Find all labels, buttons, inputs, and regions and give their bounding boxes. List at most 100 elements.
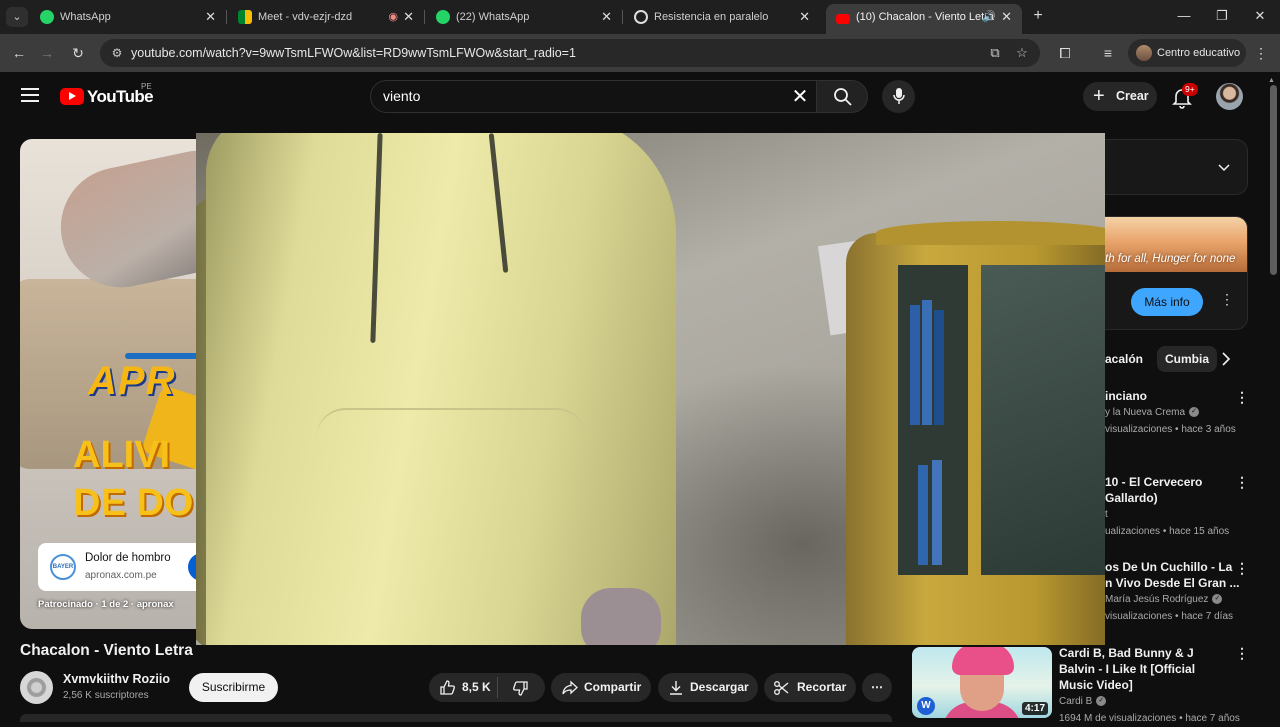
scissors-icon	[774, 681, 789, 695]
more-vertical-icon[interactable]: ⋮	[1235, 474, 1249, 491]
voice-search-button[interactable]	[882, 80, 915, 113]
url-text[interactable]: youtube.com/watch?v=9wwTsmLFWOw&list=RD9…	[131, 39, 576, 67]
address-bar[interactable]: ⚙ youtube.com/watch?v=9wwTsmLFWOw&list=R…	[100, 39, 1040, 67]
audio-playing-icon[interactable]: 🔊	[982, 4, 996, 30]
profile-avatar	[1136, 45, 1152, 61]
recommendation-item[interactable]: inciano y la Nueva Crema ✓ visualizacione…	[1105, 388, 1245, 438]
more-horizontal-icon: ⋯	[871, 680, 883, 694]
account-avatar[interactable]	[1216, 83, 1243, 110]
create-button[interactable]: + Crear	[1083, 82, 1157, 111]
recommendation-item[interactable]: 10 - El Cervecero Gallardo) t ualizacion…	[1105, 474, 1245, 540]
tab-title: (22) WhatsApp	[456, 11, 530, 23]
more-vertical-icon[interactable]: ⋮	[1235, 389, 1249, 406]
clip-button[interactable]: Recortar	[764, 673, 856, 702]
featured-thumbnail[interactable]: W 4:17	[912, 647, 1052, 718]
meet-icon	[238, 10, 252, 24]
ad-footer: Patrocinado · 1 de 2 · apronax	[38, 599, 174, 610]
minimize-button[interactable]: —	[1174, 6, 1194, 26]
description-box[interactable]	[20, 714, 892, 722]
chip-cumbia[interactable]: Cumbia	[1157, 346, 1218, 372]
scroll-up-arrow[interactable]: ▲	[1268, 77, 1275, 84]
more-info-button[interactable]: Más info	[1131, 288, 1203, 316]
search-input[interactable]: viento ✕	[370, 80, 816, 113]
search-icon	[834, 88, 852, 106]
youtube-icon	[836, 14, 850, 24]
search-button[interactable]	[816, 80, 868, 113]
ad-cta-button[interactable]	[188, 553, 196, 581]
channel-name[interactable]: Xvmvkiithv Roziio	[63, 672, 170, 686]
extensions-icon[interactable]: ⧠	[1055, 43, 1075, 63]
more-vertical-icon[interactable]: ⋮	[1235, 560, 1249, 577]
clear-search-icon[interactable]: ✕	[788, 85, 812, 109]
close-icon[interactable]: ✕	[403, 4, 414, 30]
more-actions-button[interactable]: ⋯	[862, 673, 892, 702]
menu-icon[interactable]	[21, 88, 39, 102]
profile-button[interactable]: Centro educativo	[1128, 39, 1246, 67]
more-vertical-icon[interactable]: ⋮	[1220, 291, 1234, 308]
download-button[interactable]: Descargar	[658, 673, 758, 702]
close-icon[interactable]: ✕	[1001, 4, 1012, 30]
verified-icon: ✓	[1096, 696, 1107, 707]
dislike-button[interactable]	[499, 673, 545, 702]
subscribe-button[interactable]: Suscribirme	[189, 673, 278, 702]
rec-title-line-1: os De Un Cuchillo - La	[1105, 560, 1233, 574]
more-vertical-icon[interactable]: ⋮	[1235, 645, 1249, 662]
ad-info-card[interactable]: BAYER Dolor de hombro apronax.com.pe	[38, 543, 196, 591]
featured-title: Cardi B, Bad Bunny & J Balvin - I Like I…	[1059, 646, 1196, 692]
scrollbar-thumb[interactable]	[1270, 85, 1277, 275]
tab-separator	[226, 10, 227, 24]
new-tab-button[interactable]: +	[1030, 6, 1046, 26]
video-frame-hand	[581, 588, 661, 645]
rec-channel: y la Nueva Crema ✓	[1105, 404, 1245, 421]
share-label: Compartir	[584, 680, 642, 694]
install-app-icon[interactable]: ⧉	[986, 44, 1004, 62]
create-label: Crear	[1116, 89, 1149, 103]
video-frame-hoodie	[206, 133, 676, 645]
tab-search-button[interactable]: ⌄	[6, 7, 28, 27]
ad-image-person	[49, 139, 196, 299]
site-info-icon[interactable]: ⚙	[108, 44, 126, 62]
share-button[interactable]: Compartir	[551, 673, 651, 702]
rec-meta: ualizaciones • hace 15 años	[1105, 526, 1230, 537]
chip-chacalon[interactable]: acalón	[1105, 346, 1143, 372]
channel-avatar[interactable]	[20, 671, 53, 704]
tab-chatgpt[interactable]: Resistencia en paralelo ✕	[624, 4, 820, 30]
rec-title: inciano	[1105, 389, 1148, 403]
country-code: PE	[141, 82, 152, 91]
tab-whatsapp[interactable]: WhatsApp ✕	[30, 4, 226, 30]
maximize-button[interactable]: ❐	[1212, 6, 1232, 26]
like-divider	[497, 677, 498, 698]
rail-ad-card[interactable]: th for all, Hunger for none Más info ⋮	[1105, 216, 1248, 330]
search-value[interactable]: viento	[383, 81, 420, 112]
thumbs-up-icon	[440, 680, 455, 695]
tab-whatsapp-2[interactable]: (22) WhatsApp ✕	[426, 4, 622, 30]
close-icon[interactable]: ✕	[799, 4, 810, 30]
bookmark-star-icon[interactable]: ☆	[1013, 44, 1031, 62]
download-label: Descargar	[690, 680, 749, 694]
window-close-button[interactable]: ✕	[1250, 6, 1270, 26]
tab-title: Resistencia en paralelo	[654, 11, 769, 23]
rec-title-line-2: Gallardo)	[1105, 491, 1158, 505]
recommendation-item[interactable]: os De Un Cuchillo - La n Vivo Desde El G…	[1105, 559, 1245, 625]
tab-separator	[424, 10, 425, 24]
ad-card-url: apronax.com.pe	[85, 570, 157, 581]
media-controls-icon[interactable]: ≡	[1098, 43, 1118, 63]
featured-recommendation[interactable]: Cardi B, Bad Bunny & J Balvin - I Like I…	[1059, 645, 1240, 727]
chevron-right-icon[interactable]	[1219, 351, 1233, 367]
ad-headline-2: DE DO	[73, 482, 194, 524]
sponsored-ad-panel[interactable]: APR ALIVI DE DO BAYER Dolor de hombro ap…	[20, 139, 196, 629]
reload-button[interactable]: ↻	[68, 43, 88, 63]
forward-button[interactable]: →	[37, 43, 57, 63]
chevron-down-icon[interactable]	[1217, 160, 1231, 174]
tab-title: WhatsApp	[60, 11, 111, 23]
back-button[interactable]: ←	[9, 43, 29, 63]
video-player[interactable]	[196, 133, 1105, 645]
browser-menu-icon[interactable]: ⋮	[1254, 43, 1268, 63]
rec-channel: María Jesús Rodríguez ✓	[1105, 591, 1245, 608]
tab-youtube-active[interactable]: (10) Chacalon - Viento Letra 🔊 ✕	[826, 4, 1022, 34]
tab-meet[interactable]: Meet - vdv-ezjr-dzd ◉ ✕	[228, 4, 424, 30]
like-button[interactable]: 8,5 K	[429, 673, 497, 702]
close-icon[interactable]: ✕	[205, 4, 216, 30]
bayer-logo: BAYER	[50, 554, 76, 580]
close-icon[interactable]: ✕	[601, 4, 612, 30]
